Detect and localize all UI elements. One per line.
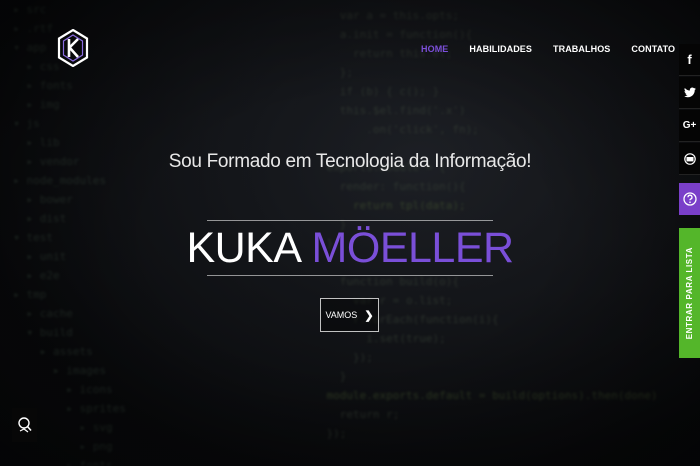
nav-contato[interactable]: CONTATO [631, 44, 675, 54]
nav-habilidades[interactable]: HABILIDADES [469, 44, 532, 54]
question-icon [682, 192, 697, 206]
hero-name-first: KUKA [186, 223, 302, 272]
hero-subtitle: Sou Formado em Tecnologia da Informação! [168, 151, 532, 172]
hero-name-last: MÖELLER [311, 223, 515, 272]
vamos-button[interactable]: VAMOS ❯ [320, 298, 379, 332]
googleplus-icon[interactable]: G+ [679, 110, 700, 142]
facebook-icon[interactable]: f [679, 44, 700, 76]
chat-icon [17, 417, 32, 433]
join-list-tab[interactable]: ENTRAR PARA LISTA [679, 228, 700, 358]
logo[interactable] [57, 28, 89, 68]
twitter-icon[interactable] [679, 77, 700, 109]
hero-name: KUKA MÖELLER [186, 220, 514, 276]
nav-trabalhos[interactable]: TRABALHOS [553, 44, 610, 54]
help-button[interactable] [679, 183, 700, 215]
vamos-label: VAMOS [325, 310, 358, 320]
logo-icon [57, 28, 89, 68]
main-nav: HOME HABILIDADES TRABALHOS CONTATO [421, 44, 696, 54]
twitter-bird-icon [683, 87, 696, 98]
join-list-label: ENTRAR PARA LISTA [685, 246, 694, 340]
nav-home[interactable]: HOME [421, 44, 448, 54]
chevron-right-icon: ❯ [364, 309, 374, 322]
chat-button[interactable] [12, 408, 37, 442]
